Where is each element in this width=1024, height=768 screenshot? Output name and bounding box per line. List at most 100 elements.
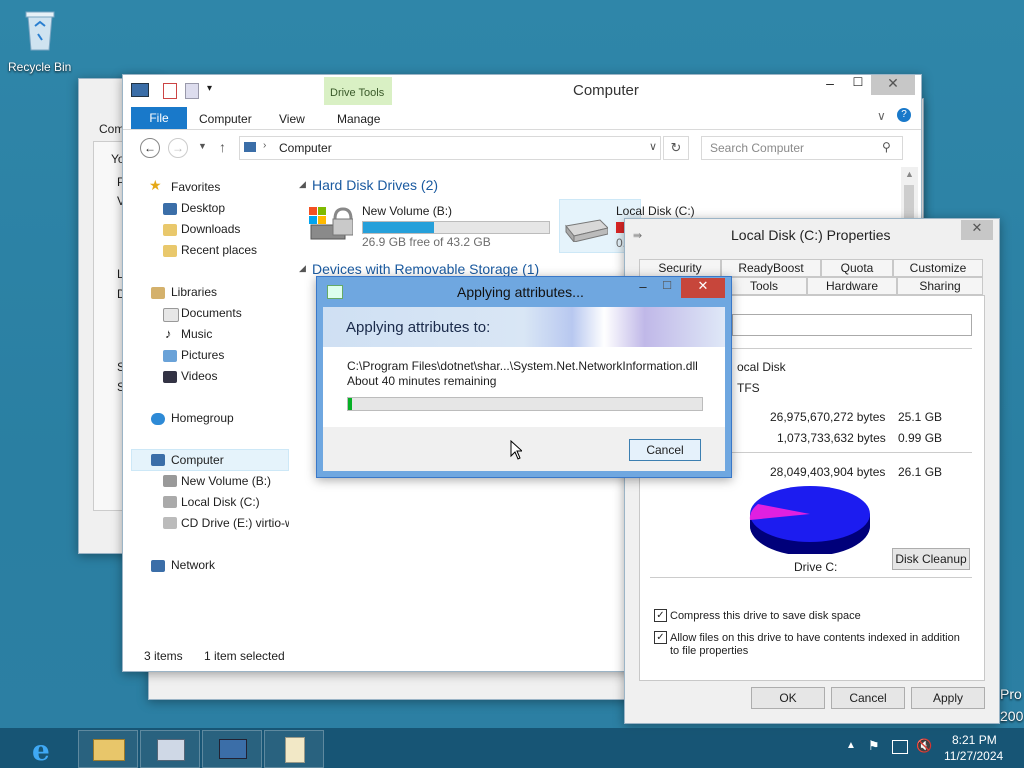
cancel-button[interactable]: Cancel xyxy=(831,687,905,709)
properties-quick-icon[interactable] xyxy=(163,83,177,99)
computer-taskbar-icon xyxy=(219,739,247,759)
expand-ribbon-icon[interactable]: ∨ xyxy=(877,109,886,123)
nav-videos[interactable]: Videos xyxy=(181,369,217,383)
scroll-up-icon[interactable]: ▲ xyxy=(905,169,914,179)
homegroup-icon xyxy=(151,413,165,425)
drive-c-label: Drive C: xyxy=(794,560,838,574)
server-manager-button[interactable] xyxy=(140,730,200,768)
properties-titlebar[interactable]: ⇛ Local Disk (C:) Properties ✕ xyxy=(625,219,999,249)
pictures-icon xyxy=(163,350,177,362)
notepad-button[interactable] xyxy=(264,730,324,768)
volume-muted-icon[interactable]: 🔇 xyxy=(916,738,932,754)
apply-cancel-button[interactable]: Cancel xyxy=(629,439,701,461)
group-removable-arrow-icon[interactable]: ◢ xyxy=(299,263,306,274)
help-icon[interactable]: ? xyxy=(897,108,911,122)
ribbon-tabs: File Computer View Manage ∨ ? xyxy=(123,105,921,130)
network-tray-icon[interactable] xyxy=(892,740,908,754)
tab-quota[interactable]: Quota xyxy=(821,259,893,277)
tab-tools[interactable]: Tools xyxy=(721,277,807,295)
desktop-edge-text-1: Pro xyxy=(1000,686,1022,702)
apply-close-button[interactable]: ✕ xyxy=(681,278,725,298)
nav-libraries[interactable]: Libraries xyxy=(171,285,217,299)
nav-pictures[interactable]: Pictures xyxy=(181,348,224,362)
back-button[interactable]: ← xyxy=(140,138,160,158)
address-bar[interactable]: › Computer ∨ xyxy=(239,136,661,160)
recent-locations-icon[interactable]: ▼ xyxy=(198,141,207,151)
nav-new-volume[interactable]: New Volume (B:) xyxy=(181,474,271,488)
drive-name-input[interactable] xyxy=(732,314,972,336)
tab-view[interactable]: View xyxy=(279,112,305,126)
tab-file[interactable]: File xyxy=(131,107,187,129)
drive-b-tile[interactable]: New Volume (B:) 26.9 GB free of 43.2 GB xyxy=(307,201,555,251)
tab-sharing[interactable]: Sharing xyxy=(897,277,983,295)
tab-hardware[interactable]: Hardware xyxy=(807,277,897,295)
free-gb: 0.99 GB xyxy=(898,431,943,445)
group-hard-disk-drives[interactable]: Hard Disk Drives (2) xyxy=(312,177,438,193)
action-center-flag-icon[interactable]: ⚑ xyxy=(868,738,880,754)
show-hidden-icons[interactable]: ▲ xyxy=(846,740,856,751)
up-button[interactable]: ↑ xyxy=(219,139,226,155)
search-input[interactable]: Search Computer xyxy=(710,141,804,155)
nav-favorites[interactable]: Favorites xyxy=(171,180,220,194)
disk-cleanup-button[interactable]: Disk Cleanup xyxy=(892,548,970,570)
file-explorer-button[interactable] xyxy=(78,730,138,768)
network-icon xyxy=(151,560,165,572)
tab-readyboost[interactable]: ReadyBoost xyxy=(721,259,821,277)
refresh-button[interactable]: ↻ xyxy=(663,136,689,160)
clock-date[interactable]: 11/27/2024 xyxy=(944,749,1003,763)
properties-close-button[interactable]: ✕ xyxy=(961,220,993,240)
notepad-icon xyxy=(285,737,305,763)
applying-attributes-dialog[interactable]: Applying attributes... – ☐ ✕ Applying at… xyxy=(316,276,732,478)
maximize-button[interactable]: ☐ xyxy=(845,75,871,95)
explorer-titlebar[interactable]: ▾ Drive Tools Computer – ☐ ✕ xyxy=(123,75,921,105)
compress-checkbox[interactable]: ✓ xyxy=(654,609,667,622)
nav-downloads[interactable]: Downloads xyxy=(181,222,240,236)
capacity-bytes: 28,049,403,904 bytes xyxy=(770,465,886,479)
apply-banner: Applying attributes to: xyxy=(323,307,725,347)
index-checkbox[interactable]: ✓ xyxy=(654,631,667,644)
separator-3 xyxy=(650,577,972,578)
drive-b-usage-fill xyxy=(363,222,434,233)
libraries-icon xyxy=(151,287,165,299)
tab-customize[interactable]: Customize xyxy=(893,259,983,277)
search-box[interactable]: Search Computer ⚲ xyxy=(701,136,903,160)
nav-desktop[interactable]: Desktop xyxy=(181,201,225,215)
computer-icon xyxy=(131,83,149,97)
status-selected: 1 item selected xyxy=(204,649,285,663)
computer-taskbar-button[interactable] xyxy=(202,730,262,768)
new-folder-quick-icon[interactable] xyxy=(185,83,199,99)
tab-computer[interactable]: Computer xyxy=(199,112,252,126)
recycle-bin[interactable]: Recycle Bin xyxy=(4,6,74,74)
apply-button[interactable]: Apply xyxy=(911,687,985,709)
usage-pie-chart xyxy=(746,482,874,556)
nav-cd-drive[interactable]: CD Drive (E:) virtio-w xyxy=(181,516,289,530)
group-hdd-arrow-icon[interactable]: ◢ xyxy=(299,179,306,190)
apply-dialog-body: Applying attributes to: C:\Program Files… xyxy=(323,307,725,471)
close-button[interactable]: ✕ xyxy=(871,75,915,95)
tab-security[interactable]: Security xyxy=(639,259,721,277)
nav-network[interactable]: Network xyxy=(171,558,215,572)
internet-explorer-button[interactable]: e xyxy=(24,730,70,767)
nav-documents[interactable]: Documents xyxy=(181,306,242,320)
nav-homegroup[interactable]: Homegroup xyxy=(171,411,234,425)
ok-button[interactable]: OK xyxy=(751,687,825,709)
nav-recent-places[interactable]: Recent places xyxy=(181,243,257,257)
used-gb: 25.1 GB xyxy=(898,410,943,424)
forward-button[interactable]: → xyxy=(168,138,188,158)
nav-music[interactable]: Music xyxy=(181,327,212,341)
apply-maximize-button[interactable]: ☐ xyxy=(657,279,677,297)
properties-title-icon: ⇛ xyxy=(633,230,643,242)
quick-access-dropdown-icon[interactable]: ▾ xyxy=(207,83,212,94)
minimize-button[interactable]: – xyxy=(817,75,843,95)
nav-local-disk[interactable]: Local Disk (C:) xyxy=(181,495,260,509)
group-removable-storage[interactable]: Devices with Removable Storage (1) xyxy=(312,261,539,277)
clock-time[interactable]: 8:21 PM xyxy=(952,733,997,747)
apply-minimize-button[interactable]: – xyxy=(633,279,653,297)
used-bytes: 26,975,670,272 bytes xyxy=(770,410,886,424)
tab-manage[interactable]: Manage xyxy=(337,112,380,126)
nav-computer[interactable]: Computer xyxy=(171,453,224,467)
address-dropdown-icon[interactable]: ∨ xyxy=(649,140,657,153)
capacity-gb: 26.1 GB xyxy=(898,465,943,479)
desktop-icon xyxy=(163,203,177,215)
address-computer-icon xyxy=(244,142,256,152)
